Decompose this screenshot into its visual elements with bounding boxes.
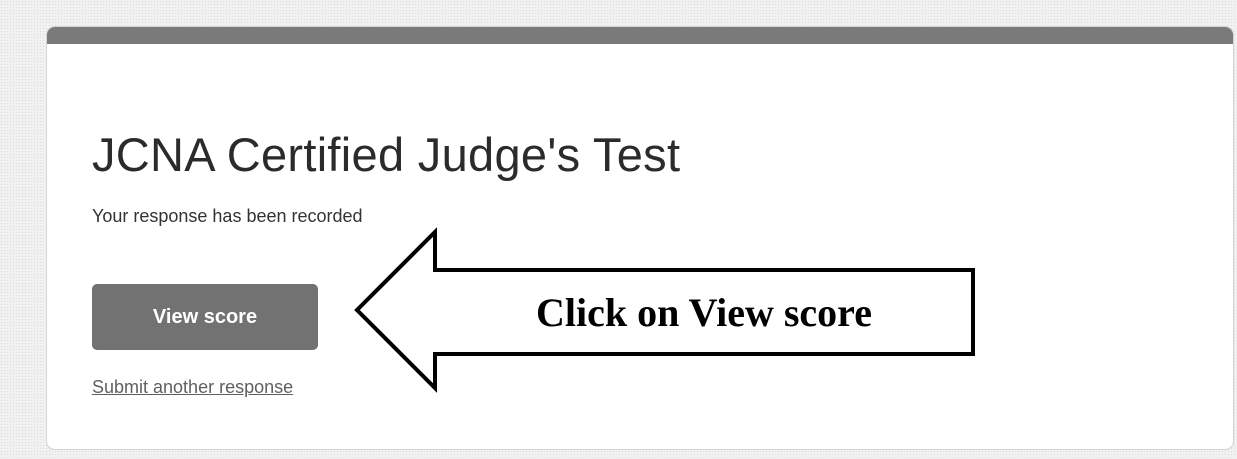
card-header-bar <box>47 27 1233 44</box>
view-score-button[interactable]: View score <box>92 284 318 350</box>
callout-label: Click on View score <box>536 289 872 335</box>
form-title: JCNA Certified Judge's Test <box>92 128 681 181</box>
form-confirmation-card: JCNA Certified Judge's Test Your respons… <box>46 26 1234 450</box>
response-recorded-message: Your response has been recorded <box>92 206 363 226</box>
submit-another-response-link[interactable]: Submit another response <box>92 376 293 398</box>
